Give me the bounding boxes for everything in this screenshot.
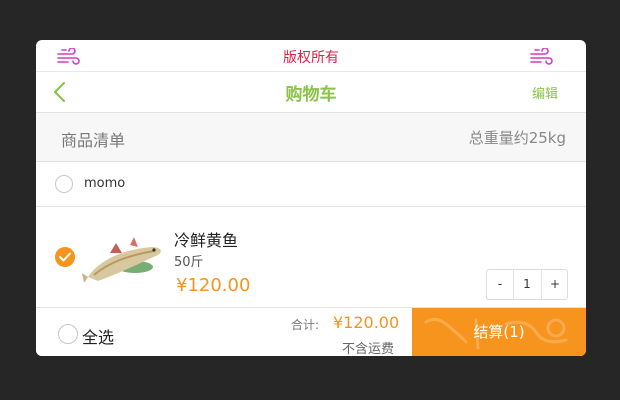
check-icon xyxy=(59,252,71,262)
cart-card: 版权所有 购物车 编辑 商品清单 总重量约25kg momo 冷鲜黄鱼 50斤 … xyxy=(36,40,586,356)
nav-bar: 购物车 编辑 xyxy=(36,72,586,113)
store-select-radio[interactable] xyxy=(55,175,73,193)
select-all-radio[interactable] xyxy=(58,324,78,344)
fish-image xyxy=(82,237,161,283)
store-row: momo xyxy=(36,162,586,207)
total-label: 合计: xyxy=(291,318,320,332)
list-header: 商品清单 总重量约25kg xyxy=(36,113,586,162)
edit-button[interactable]: 编辑 xyxy=(532,83,558,102)
store-name: momo xyxy=(84,176,126,191)
cart-item: 冷鲜黄鱼 50斤 ¥120.00 - 1 + xyxy=(36,207,586,307)
item-name: 冷鲜黄鱼 xyxy=(174,231,239,250)
quantity-value[interactable]: 1 xyxy=(514,270,540,299)
wind-icon xyxy=(530,48,553,65)
quantity-stepper: - 1 + xyxy=(486,269,568,300)
copyright-bar: 版权所有 xyxy=(36,40,586,72)
decrement-button[interactable]: - xyxy=(487,270,514,299)
increment-button[interactable]: + xyxy=(541,270,568,299)
item-price: ¥120.00 xyxy=(176,275,251,296)
checkout-button[interactable]: 结算(1) xyxy=(412,308,586,356)
total-value: ¥120.00 xyxy=(333,313,400,332)
total-weight: 总重量约25kg xyxy=(468,129,566,147)
checkout-footer: 全选 合计: ¥120.00 不含运费 结算(1) xyxy=(36,307,586,356)
copyright-title: 版权所有 xyxy=(283,50,339,66)
item-select-checkbox[interactable] xyxy=(55,247,75,267)
page-title: 购物车 xyxy=(285,85,337,105)
shipping-note: 不含运费 xyxy=(342,342,395,356)
select-all-label[interactable]: 全选 xyxy=(82,324,114,348)
list-header-title: 商品清单 xyxy=(61,131,126,150)
item-weight: 50斤 xyxy=(174,255,204,270)
